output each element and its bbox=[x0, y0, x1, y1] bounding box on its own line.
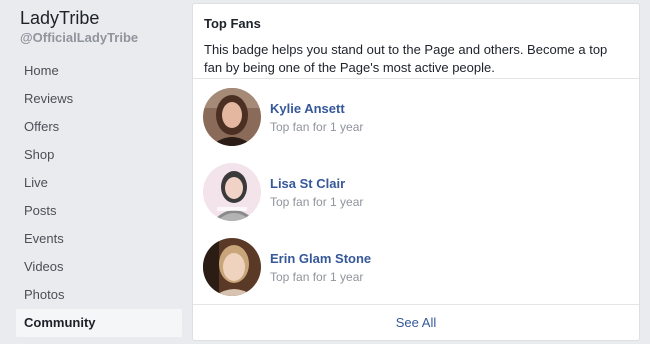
nav-item-reviews[interactable]: Reviews bbox=[16, 85, 182, 113]
page-handle[interactable]: @OfficialLadyTribe bbox=[20, 30, 138, 45]
fan-name[interactable]: Lisa St Clair bbox=[270, 176, 345, 191]
nav-item-shop[interactable]: Shop bbox=[16, 141, 182, 169]
fan-meta: Top fan for 1 year bbox=[270, 195, 364, 209]
fan-name[interactable]: Erin Glam Stone bbox=[270, 251, 371, 266]
nav-item-posts[interactable]: Posts bbox=[16, 197, 182, 225]
card-footer: See All bbox=[193, 304, 639, 340]
fan-meta: Top fan for 1 year bbox=[270, 270, 364, 284]
nav-item-videos[interactable]: Videos bbox=[16, 253, 182, 281]
page-sidebar: LadyTribe @OfficialLadyTribe Home Review… bbox=[0, 0, 190, 344]
fan-row: Lisa St Clair Top fan for 1 year bbox=[203, 163, 623, 223]
fan-row: Erin Glam Stone Top fan for 1 year bbox=[203, 238, 623, 298]
nav-item-community[interactable]: Community bbox=[16, 309, 182, 337]
fan-avatar[interactable] bbox=[203, 88, 261, 146]
fan-avatar[interactable] bbox=[203, 238, 261, 296]
fan-avatar[interactable] bbox=[203, 163, 261, 221]
fan-row: Kylie Ansett Top fan for 1 year bbox=[203, 88, 623, 148]
see-all-link[interactable]: See All bbox=[396, 315, 436, 330]
nav-item-home[interactable]: Home bbox=[16, 57, 182, 85]
page-name[interactable]: LadyTribe bbox=[20, 8, 99, 29]
nav-item-offers[interactable]: Offers bbox=[16, 113, 182, 141]
fan-meta: Top fan for 1 year bbox=[270, 120, 364, 134]
card-header: Top Fans This badge helps you stand out … bbox=[193, 4, 639, 79]
card-title: Top Fans bbox=[204, 16, 261, 31]
page-nav: Home Reviews Offers Shop Live Posts Even… bbox=[16, 57, 182, 337]
top-fans-card: Top Fans This badge helps you stand out … bbox=[192, 3, 640, 341]
fan-name[interactable]: Kylie Ansett bbox=[270, 101, 345, 116]
nav-item-live[interactable]: Live bbox=[16, 169, 182, 197]
nav-item-photos[interactable]: Photos bbox=[16, 281, 182, 309]
card-description: This badge helps you stand out to the Pa… bbox=[204, 42, 608, 75]
nav-item-events[interactable]: Events bbox=[16, 225, 182, 253]
